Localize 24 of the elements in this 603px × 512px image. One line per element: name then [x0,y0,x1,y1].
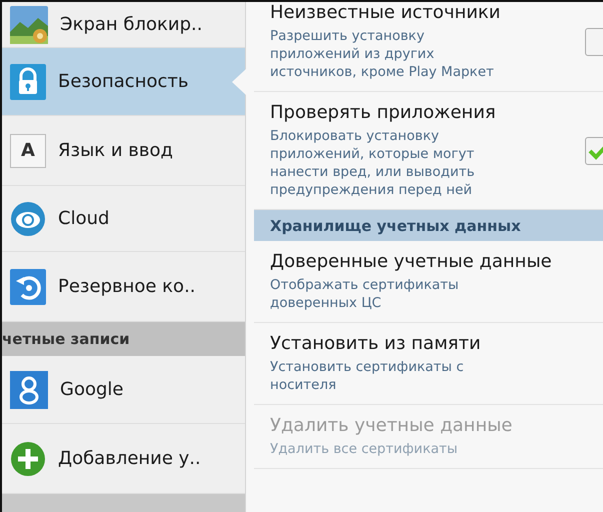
setting-title: Установить из памяти [270,333,482,354]
setting-title: Доверенные учетные данные [270,251,553,272]
sidebar-item[interactable]: Cloud [2,186,245,252]
setting-title: Удалить учетные данные [270,415,514,436]
setting-summary: Отображать сертификаты доверенных ЦС [270,276,460,312]
setting-summary: Установить сертификаты с носителя [270,358,465,394]
setting-summary: Удалить все сертификаты [270,440,459,458]
setting-row[interactable]: Неизвестные источники Разрешить установку приложений из других источников, кроме Play Маркет [254,2,603,92]
sidebar-item[interactable]: Безопасность [2,48,245,116]
setting-title: Неизвестные источники [270,2,502,23]
setting-summary: Разрешить установку приложений из других источников, кроме Play Маркет [270,27,495,81]
setting-title: Проверять приложения [270,102,497,123]
section-header: четные записи [2,330,130,348]
add-icon [10,440,46,476]
lock-icon [10,64,46,100]
keyboard-letter-icon: A [10,134,46,168]
sidebar-item[interactable]: A Язык и ввод [2,116,245,186]
setting-row[interactable]: Установить из памяти Установить сертификаты с носителя [254,323,603,405]
backup-icon [10,268,46,304]
section-header: Хранилище учетных данных [270,216,521,234]
sidebar-item[interactable]: Google [2,356,245,424]
setting-summary: Блокировать установку приложений, которые могут нанести вред, или выводить предупреждения перед ней [270,127,476,199]
setting-row[interactable]: Доверенные учетные данные Отображать сертификаты доверенных ЦС [254,241,603,323]
google-icon [10,370,48,408]
